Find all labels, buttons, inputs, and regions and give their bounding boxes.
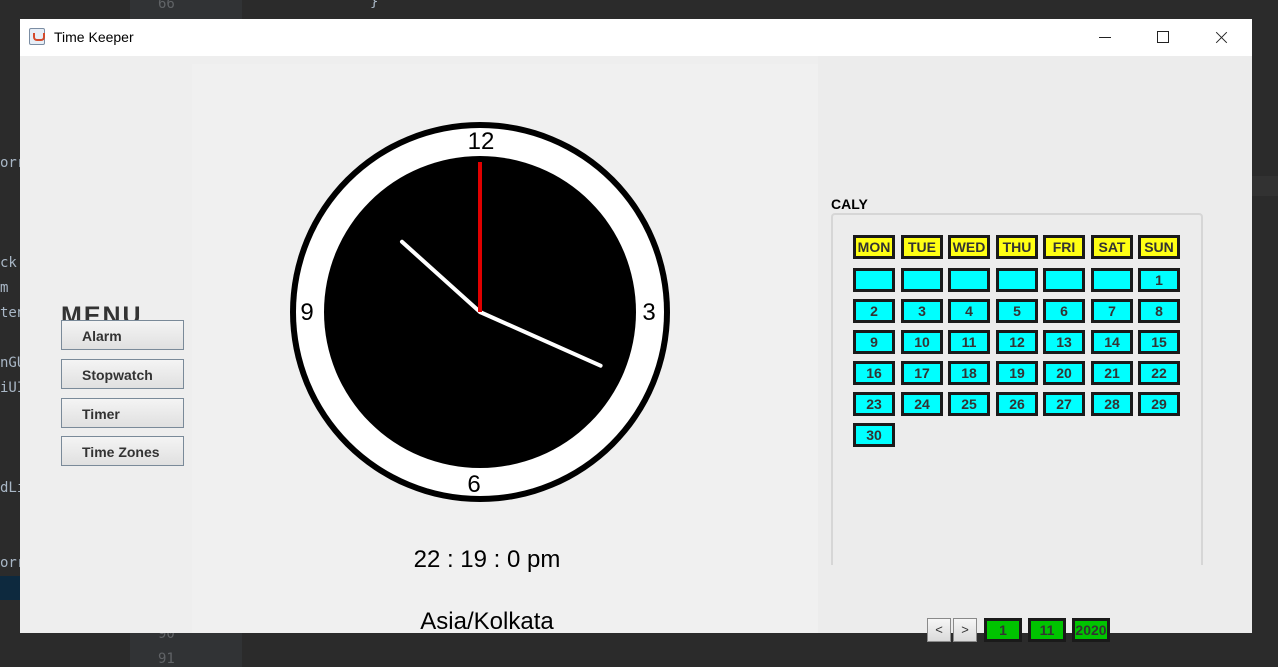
day-header-thu: THU [996,235,1038,259]
day-cell-15[interactable]: 15 [1138,330,1180,354]
day-cell-29[interactable]: 29 [1138,392,1180,416]
ide-code-brace: } [370,0,379,10]
day-header-fri: FRI [1043,235,1085,259]
day-header-wed: WED [948,235,990,259]
day-cell-23[interactable]: 23 [853,392,895,416]
day-cell-7[interactable]: 7 [1091,299,1133,323]
day-cell-empty [1043,268,1085,292]
day-cell-28[interactable]: 28 [1091,392,1133,416]
day-cell-27[interactable]: 27 [1043,392,1085,416]
day-cell-14[interactable]: 14 [1091,330,1133,354]
selected-month[interactable]: 11 [1028,618,1066,642]
day-cell-22[interactable]: 22 [1138,361,1180,385]
stopwatch-button[interactable]: Stopwatch [61,359,184,389]
main-content: MENU Alarm Stopwatch Timer Time Zones 12… [20,56,1252,642]
day-cell-10[interactable]: 10 [901,330,943,354]
maximize-button[interactable] [1134,19,1192,56]
ide-line-number: 66 [158,0,175,12]
next-month-button[interactable]: > [953,618,977,642]
day-cell-5[interactable]: 5 [996,299,1038,323]
day-cell-3[interactable]: 3 [901,299,943,323]
ide-fragment: m [0,280,9,296]
day-cell-18[interactable]: 18 [948,361,990,385]
close-button[interactable] [1192,19,1250,56]
day-cell-20[interactable]: 20 [1043,361,1085,385]
java-app-icon [29,28,45,45]
day-cell-12[interactable]: 12 [996,330,1038,354]
day-header-sat: SAT [1091,235,1133,259]
calendar-box: MON TUE WED THU FRI SAT SUN 1 2 3 4 5 6 7 8 9 10 11 12 13 14… [831,213,1203,642]
time-zones-button[interactable]: Time Zones [61,436,184,466]
day-cell-2[interactable]: 2 [853,299,895,323]
time-keeper-window: Time Keeper MENU Alarm Stopwatch Timer T… [20,19,1252,642]
day-cell-17[interactable]: 17 [901,361,943,385]
ide-highlight [1252,176,1278,196]
numeral-3: 3 [642,299,655,326]
timer-button[interactable]: Timer [61,398,184,428]
day-header-mon: MON [853,235,895,259]
selected-year[interactable]: 2020 [1072,618,1110,642]
day-cell-30[interactable]: 30 [853,423,895,447]
day-cell-25[interactable]: 25 [948,392,990,416]
day-cell-16[interactable]: 16 [853,361,895,385]
day-cell-8[interactable]: 8 [1138,299,1180,323]
day-cell-empty [853,268,895,292]
numeral-9: 9 [300,299,313,326]
calendar-panel: CALY MON TUE WED THU FRI SAT SUN 1 2 3 4 5 6 7 8 9 10 11 1… [818,56,1252,642]
day-cell-1[interactable]: 1 [1138,268,1180,292]
numeral-6: 6 [467,471,480,498]
day-header-sun: SUN [1138,235,1180,259]
day-cell-13[interactable]: 13 [1043,330,1085,354]
day-cell-empty [1091,268,1133,292]
selected-day[interactable]: 1 [984,618,1022,642]
calendar-title: CALY [831,196,868,212]
day-header-tue: TUE [901,235,943,259]
ide-fragment: ck [0,255,17,271]
day-cell-9[interactable]: 9 [853,330,895,354]
title-bar[interactable]: Time Keeper [20,19,1252,56]
day-cell-4[interactable]: 4 [948,299,990,323]
day-cell-11[interactable]: 11 [948,330,990,354]
day-cell-empty [901,268,943,292]
ide-selection [0,576,20,600]
menu-panel: MENU Alarm Stopwatch Timer Time Zones [20,56,192,633]
window-title: Time Keeper [54,29,134,45]
digital-time: 22 : 19 : 0 pm [413,546,561,573]
day-cell-empty [948,268,990,292]
day-cell-21[interactable]: 21 [1091,361,1133,385]
day-cell-24[interactable]: 24 [901,392,943,416]
time-zone-label: Asia/Kolkata [420,608,554,635]
numeral-12: 12 [468,128,495,155]
clock-panel: 12 3 6 9 22 : 19 : 0 pm Asia/Kolkata [192,64,818,635]
minimize-button[interactable] [1076,19,1134,56]
day-cell-6[interactable]: 6 [1043,299,1085,323]
prev-month-button[interactable]: < [927,618,951,642]
day-cell-empty [996,268,1038,292]
alarm-button[interactable]: Alarm [61,320,184,350]
day-cell-26[interactable]: 26 [996,392,1038,416]
ide-line-number: 91 [158,651,175,667]
day-cell-19[interactable]: 19 [996,361,1038,385]
